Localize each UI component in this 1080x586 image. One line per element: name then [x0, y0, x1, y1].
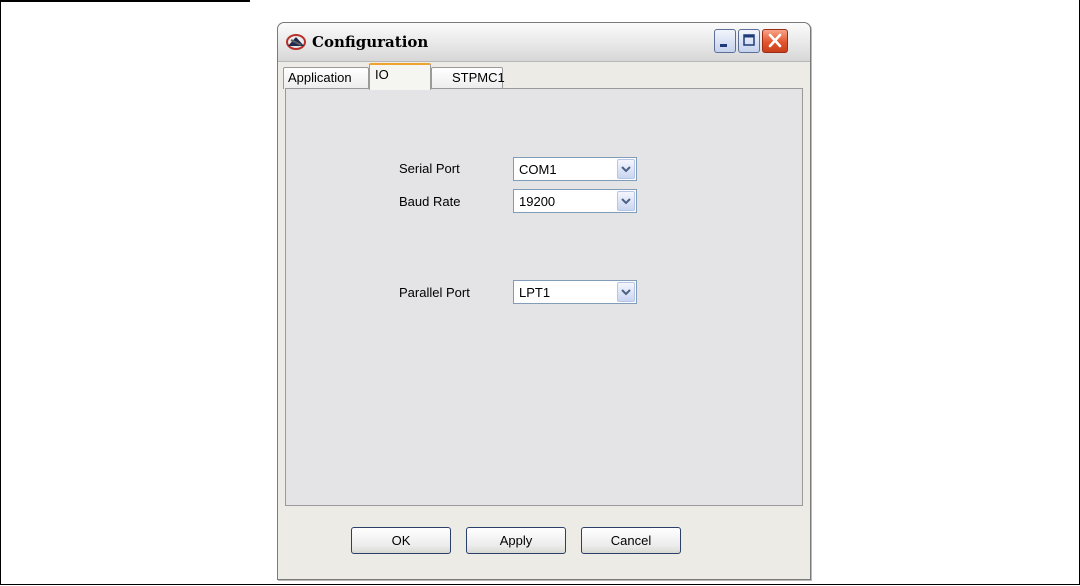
io-tab-panel: Serial Port COM1 Baud Rate 19200 Paralle…: [285, 88, 803, 506]
configuration-window: Configuration Application IO STPMC1 Seri…: [277, 22, 811, 580]
baud-rate-dropdown-button[interactable]: [617, 191, 635, 211]
top-rule: [0, 0, 250, 2]
tab-strip: Application IO STPMC1: [283, 63, 805, 90]
close-button[interactable]: [762, 29, 788, 53]
baud-rate-select[interactable]: 19200: [513, 189, 637, 213]
tab-stpmc1[interactable]: STPMC1: [431, 67, 505, 89]
minimize-icon: [720, 44, 727, 47]
title-bar[interactable]: Configuration: [278, 23, 810, 62]
chevron-down-icon: [621, 166, 631, 173]
serial-port-select[interactable]: COM1: [513, 157, 637, 181]
tab-application-label: Application: [288, 70, 352, 85]
maximize-icon: [743, 34, 755, 46]
configuration-app-icon: [286, 34, 306, 50]
chevron-down-icon: [621, 289, 631, 296]
baud-rate-value: 19200: [519, 194, 556, 209]
window-title: Configuration: [312, 33, 429, 51]
parallel-port-dropdown-button[interactable]: [617, 282, 635, 302]
serial-port-label: Serial Port: [399, 161, 460, 176]
maximize-button[interactable]: [738, 29, 760, 53]
parallel-port-value: LPT1: [519, 285, 551, 300]
minimize-button[interactable]: [714, 29, 736, 53]
parallel-port-select[interactable]: LPT1: [513, 280, 637, 304]
tab-stpmc1-label: STPMC1: [452, 70, 505, 85]
parallel-port-label: Parallel Port: [399, 285, 470, 300]
serial-port-dropdown-button[interactable]: [617, 159, 635, 179]
chevron-down-icon: [621, 198, 631, 205]
ok-button[interactable]: OK: [351, 527, 451, 554]
baud-rate-label: Baud Rate: [399, 194, 461, 209]
tab-io[interactable]: IO: [369, 63, 431, 90]
close-icon: [768, 33, 782, 48]
tab-application[interactable]: Application: [283, 67, 369, 89]
apply-button[interactable]: Apply: [466, 527, 566, 554]
tab-io-label: IO: [375, 67, 389, 82]
serial-port-value: COM1: [519, 162, 557, 177]
cancel-button[interactable]: Cancel: [581, 527, 681, 554]
